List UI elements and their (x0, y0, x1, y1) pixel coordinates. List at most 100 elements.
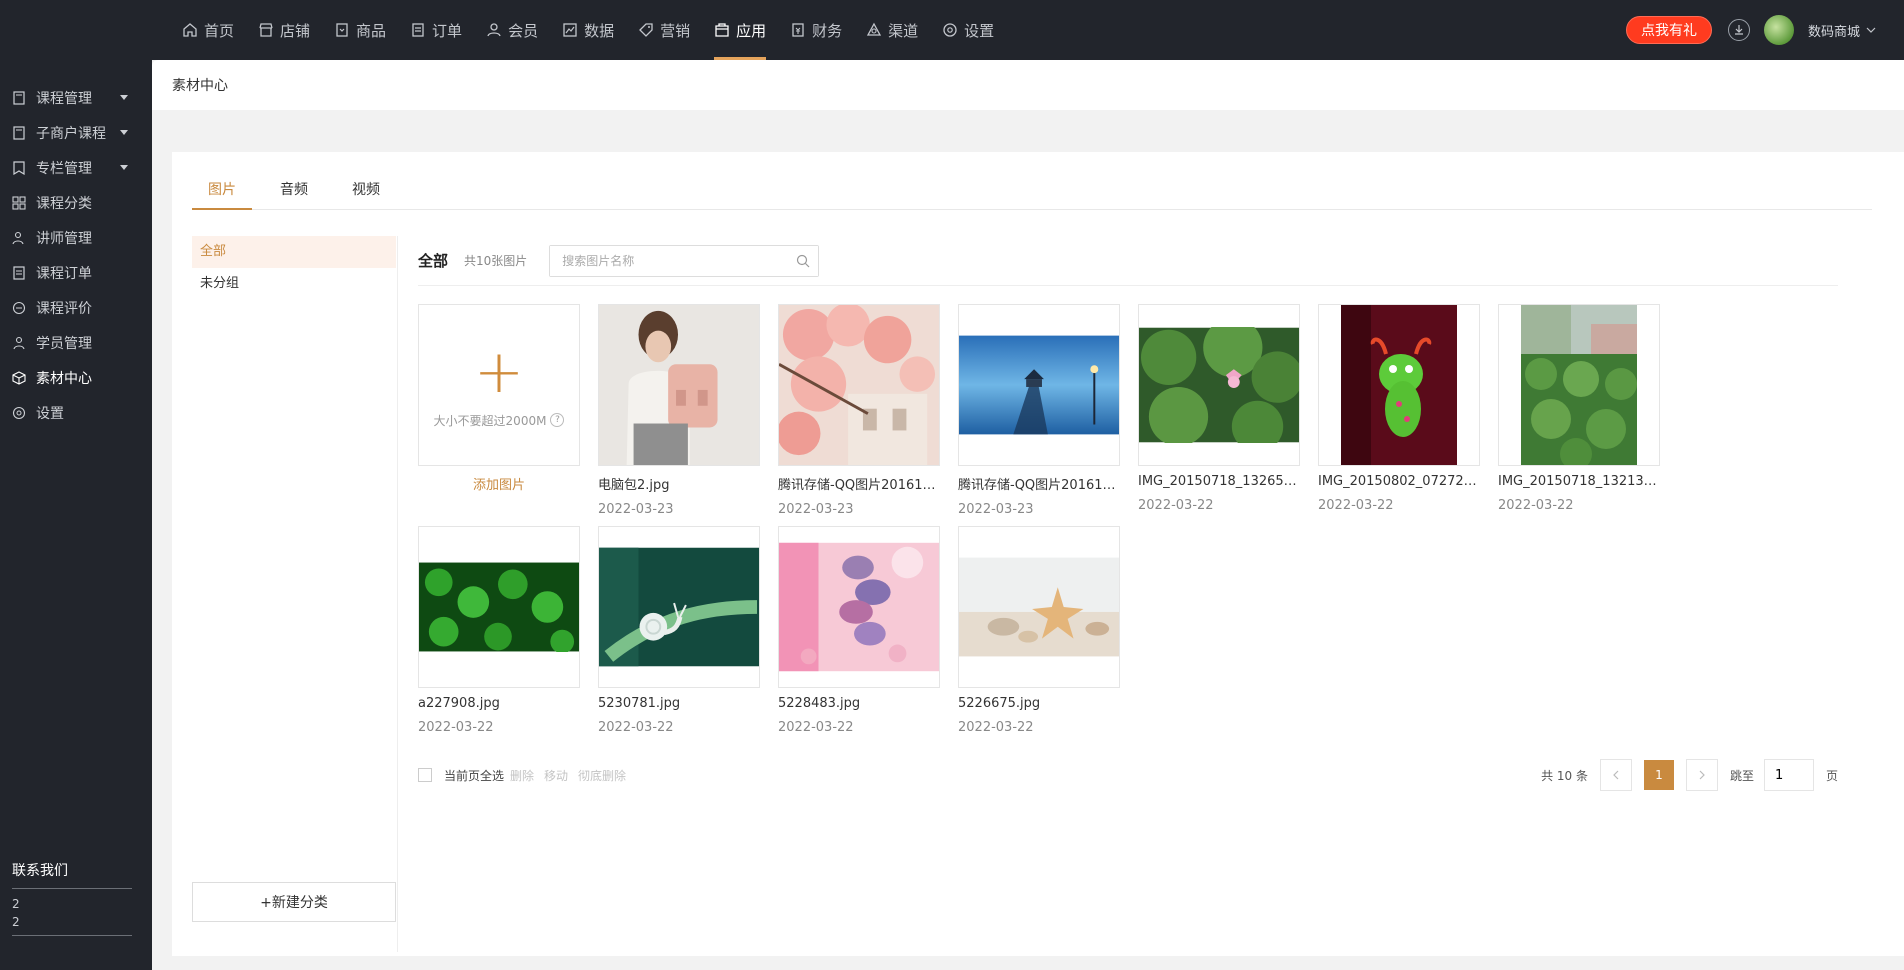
nav-channel[interactable]: 渠道 (854, 0, 930, 60)
image-thumbnail[interactable] (778, 526, 940, 688)
nav-store[interactable]: 店铺 (246, 0, 322, 60)
plus-icon: + (473, 336, 525, 407)
grid-icon (12, 195, 26, 210)
sidebar-item-material-center[interactable]: 素材中心 (0, 360, 152, 395)
tab-image[interactable]: 图片 (192, 178, 252, 210)
sidebar-item-column-manage[interactable]: 专栏管理 (0, 150, 152, 185)
caret-down-icon (120, 130, 128, 135)
image-tile[interactable]: 5230781.jpg 2022-03-22 (598, 526, 760, 735)
image-date: 2022-03-22 (1318, 498, 1394, 513)
delete-button[interactable]: 删除 (510, 767, 534, 784)
top-bar: 首页 店铺 商品 订单 会员 数据 营销 应用 财务 渠道 设置 点我有礼 数码… (0, 0, 1904, 60)
upload-tile[interactable]: + 大小不要超过2000M ? 添加图片 (418, 304, 580, 493)
nav-order-label: 订单 (432, 21, 463, 40)
contact-section: 联系我们 2 2 (12, 860, 132, 970)
image-thumbnail[interactable] (598, 526, 760, 688)
group-item-ungrouped[interactable]: 未分组 (192, 268, 396, 300)
sidebar-item-label: 设置 (36, 405, 64, 422)
prev-page-button[interactable] (1599, 759, 1632, 791)
sidebar-item-settings[interactable]: 设置 (0, 395, 152, 430)
image-thumbnail[interactable] (778, 304, 940, 466)
image-thumbnail[interactable] (1318, 304, 1480, 466)
tab-audio[interactable]: 音频 (264, 178, 324, 210)
image-thumbnail[interactable] (958, 304, 1120, 466)
store-switcher[interactable]: 数码商城 (1808, 21, 1876, 40)
add-image-link[interactable]: 添加图片 (418, 474, 580, 493)
image-thumbnail[interactable] (958, 526, 1120, 688)
sidebar-item-course-review[interactable]: 课程评价 (0, 290, 152, 325)
cube-icon (12, 370, 26, 385)
bulk-action-bar: 当前页全选 删除 移动 彻底删除 共 10 条 1 跳至 页 (418, 759, 1838, 791)
store-name-label: 数码商城 (1807, 24, 1860, 40)
tag-icon (638, 22, 654, 38)
select-all-checkbox[interactable] (418, 768, 432, 782)
upload-area[interactable]: + 大小不要超过2000M ? (418, 304, 580, 466)
nav-marketing[interactable]: 营销 (626, 0, 702, 60)
sidebar-item-label: 子商户课程 (36, 125, 106, 142)
purge-button[interactable]: 彻底删除 (578, 767, 626, 784)
image-date: 2022-03-23 (958, 502, 1034, 517)
image-tile[interactable]: 腾讯存储-QQ图片20161207... 2022-03-23 (778, 304, 940, 517)
nav-channel-label: 渠道 (888, 21, 919, 40)
gift-button[interactable]: 点我有礼 (1625, 16, 1712, 44)
order-icon (410, 22, 426, 38)
nav-data[interactable]: 数据 (550, 0, 626, 60)
nav-member-label: 会员 (508, 21, 539, 40)
image-tile[interactable]: IMG_20150718_132133.jpg 2022-03-22 (1498, 304, 1660, 513)
sidebar-item-label: 课程管理 (36, 90, 92, 107)
download-icon[interactable] (1727, 19, 1750, 41)
search-input[interactable] (550, 245, 819, 276)
goto-page-input[interactable] (1763, 759, 1814, 791)
nav-app[interactable]: 应用 (702, 0, 778, 60)
home-icon (182, 22, 198, 38)
move-button[interactable]: 移动 (544, 767, 568, 784)
image-name: IMG_20150718_132659.jpg (1138, 474, 1300, 489)
page-number-button[interactable]: 1 (1643, 760, 1674, 790)
divider (12, 935, 132, 936)
nav-settings-label: 设置 (964, 21, 995, 40)
sidebar-item-course-manage[interactable]: 课程管理 (0, 80, 152, 115)
gear-icon (12, 406, 26, 420)
sidebar-item-course-category[interactable]: 课程分类 (0, 185, 152, 220)
nav-order[interactable]: 订单 (398, 0, 474, 60)
sidebar-item-course-order[interactable]: 课程订单 (0, 255, 152, 290)
store-icon (258, 22, 274, 38)
sidebar-item-sub-merchant-course[interactable]: 子商户课程 (0, 115, 152, 150)
image-thumbnail[interactable] (1498, 304, 1660, 466)
nav-settings[interactable]: 设置 (930, 0, 1006, 60)
avatar[interactable] (1763, 15, 1794, 45)
nav-finance[interactable]: 财务 (778, 0, 854, 60)
image-thumbnail[interactable] (418, 526, 580, 688)
sidebar-item-student-manage[interactable]: 学员管理 (0, 325, 152, 360)
group-item-all[interactable]: 全部 (192, 236, 396, 268)
new-category-button[interactable]: +新建分类 (192, 882, 396, 922)
next-page-button[interactable] (1685, 759, 1718, 791)
total-count: 共 10 条 (1541, 768, 1588, 783)
top-right-area: 点我有礼 数码商城 (1625, 0, 1876, 60)
nav-member[interactable]: 会员 (474, 0, 550, 60)
image-date: 2022-03-22 (418, 720, 494, 735)
page-suffix: 页 (1825, 768, 1838, 783)
image-tile[interactable]: IMG_20150802_072725.jpg 2022-03-22 (1318, 304, 1480, 513)
image-name: 腾讯存储-QQ图片20161207... (778, 478, 940, 493)
nav-product[interactable]: 商品 (322, 0, 398, 60)
image-name: 腾讯存储-QQ图片20161207... (958, 478, 1120, 493)
app-icon (714, 22, 730, 38)
upload-hint-text: 大小不要超过2000M (433, 413, 547, 428)
image-tile[interactable]: 电脑包2.jpg 2022-03-23 (598, 304, 760, 517)
image-tile[interactable]: 5226675.jpg 2022-03-22 (958, 526, 1120, 735)
finance-icon (790, 22, 806, 38)
image-tile[interactable]: 5228483.jpg 2022-03-22 (778, 526, 940, 735)
search-icon[interactable] (796, 254, 810, 272)
image-thumbnail[interactable] (1138, 304, 1300, 466)
group-list: 全部 未分组 +新建分类 (192, 236, 398, 952)
image-tile[interactable]: IMG_20150718_132659.jpg 2022-03-22 (1138, 304, 1300, 513)
help-icon[interactable]: ? (550, 413, 565, 427)
nav-home-label: 首页 (204, 21, 235, 40)
sidebar-item-lecturer-manage[interactable]: 讲师管理 (0, 220, 152, 255)
image-tile[interactable]: a227908.jpg 2022-03-22 (418, 526, 580, 735)
tab-video[interactable]: 视频 (336, 178, 396, 210)
nav-home[interactable]: 首页 (170, 0, 246, 60)
image-thumbnail[interactable] (598, 304, 760, 466)
image-tile[interactable]: 腾讯存储-QQ图片20161207... 2022-03-23 (958, 304, 1120, 517)
